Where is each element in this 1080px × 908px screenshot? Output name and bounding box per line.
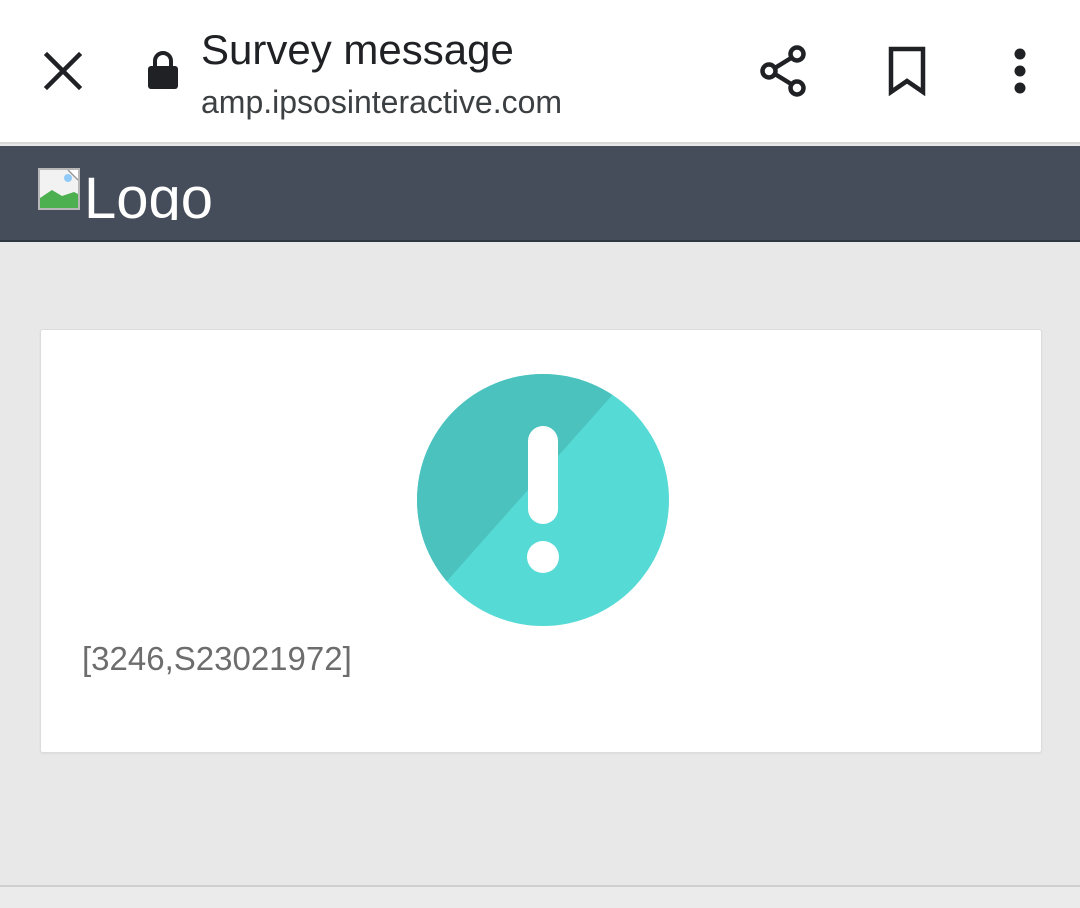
exclamation-circle-icon	[417, 374, 669, 626]
more-options-button[interactable]	[992, 40, 1048, 102]
error-code: [3246,S23021972]	[82, 640, 352, 677]
close-button[interactable]	[30, 40, 96, 102]
page-url[interactable]: amp.ipsosinteractive.com	[201, 80, 562, 124]
lock-icon	[148, 51, 178, 89]
bookmark-button[interactable]	[874, 40, 940, 102]
close-icon	[43, 51, 83, 91]
page-title-block: Survey message amp.ipsosinteractive.com	[201, 24, 562, 124]
page-title: Survey message	[201, 26, 514, 73]
logo-alt-text[interactable]: Logo	[84, 166, 213, 220]
bookmark-icon	[888, 46, 926, 96]
more-vert-icon	[1014, 48, 1026, 94]
broken-image-icon	[38, 168, 80, 210]
page-footer-strip	[0, 887, 1080, 908]
share-icon	[760, 45, 806, 97]
message-card: [3246,S23021972]	[40, 329, 1042, 753]
browser-toolbar: Survey message amp.ipsosinteractive.com	[0, 0, 1080, 144]
share-button[interactable]	[750, 40, 816, 102]
